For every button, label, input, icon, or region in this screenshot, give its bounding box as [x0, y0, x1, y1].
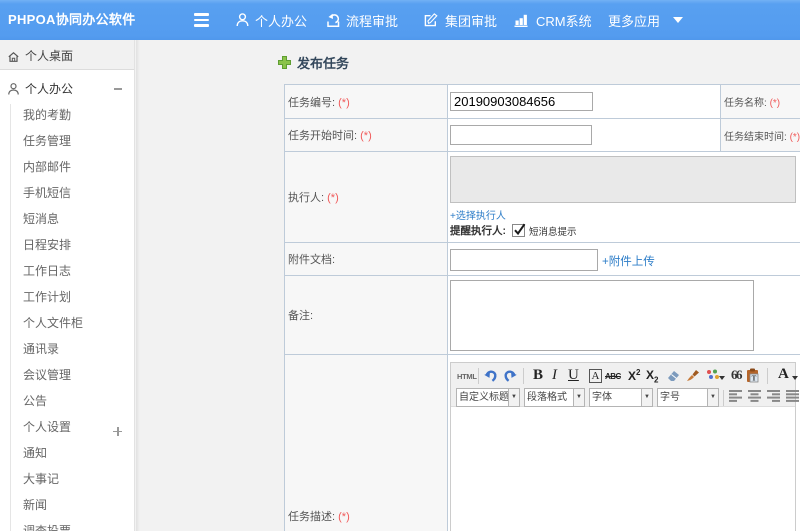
- svg-text:T: T: [752, 375, 757, 383]
